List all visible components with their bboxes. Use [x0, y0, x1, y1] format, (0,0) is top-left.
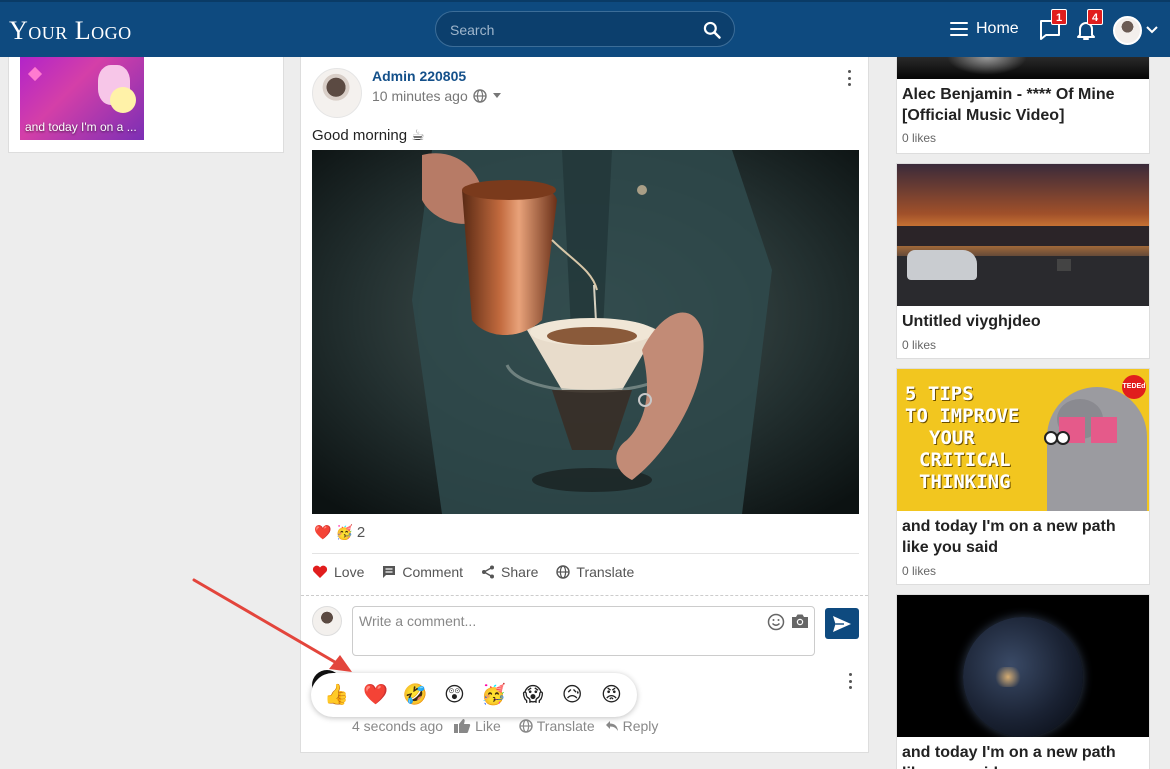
shocked-reaction-option[interactable]: 😱 — [518, 683, 548, 707]
caret-down-icon[interactable] — [492, 93, 502, 99]
thumb-text-line: THINKING — [919, 471, 1011, 493]
love-label: Love — [334, 564, 365, 580]
heart-reaction-icon: ❤️ — [314, 524, 332, 540]
comment-icon — [383, 566, 396, 578]
video-thumbnail[interactable] — [897, 57, 1149, 79]
share-icon — [482, 565, 495, 579]
post-options-icon[interactable] — [846, 70, 852, 86]
emoji-icon[interactable] — [767, 613, 785, 631]
post-time: 10 minutes ago — [372, 88, 468, 104]
site-logo[interactable]: Your Logo — [9, 16, 132, 46]
comment-like-label: Like — [475, 718, 501, 734]
thumb-text-line: TO IMPROVE — [905, 405, 1020, 427]
video-thumbnail[interactable]: 5 TIPS TO IMPROVE YOUR CRITICAL THINKING… — [897, 369, 1149, 511]
author-avatar[interactable] — [312, 68, 362, 118]
left-video-caption: and today I'm on a ... — [25, 120, 137, 134]
haha-reaction-option[interactable]: 🤣 — [400, 683, 430, 707]
search-icon[interactable] — [702, 20, 722, 40]
comment-box — [352, 606, 815, 656]
send-icon — [833, 615, 851, 632]
video-card[interactable]: 5 TIPS TO IMPROVE YOUR CRITICAL THINKING… — [896, 368, 1150, 585]
comment-translate-button[interactable]: Translate — [519, 718, 595, 734]
translate-label: Translate — [576, 564, 635, 580]
home-link[interactable]: Home — [950, 20, 1019, 38]
globe-icon — [519, 719, 533, 733]
video-likes: 0 likes — [902, 564, 937, 578]
celebrate-reaction-option[interactable]: 🥳 — [479, 683, 509, 707]
send-comment-button[interactable] — [825, 608, 859, 639]
camera-icon[interactable] — [791, 613, 809, 629]
left-video-thumbnail[interactable]: and today I'm on a ... — [20, 57, 144, 140]
commenter-avatar — [312, 606, 342, 636]
thumb-text-line: YOUR — [929, 427, 975, 449]
messages-button[interactable]: 1 — [1038, 9, 1067, 42]
video-likes: 0 likes — [902, 131, 937, 145]
comment-reply-label: Reply — [622, 718, 659, 734]
reaction-summary[interactable]: ❤️ 🥳 2 — [314, 524, 365, 541]
comment-like-button[interactable]: Like — [453, 718, 501, 734]
thumb-text-line: CRITICAL — [919, 449, 1011, 471]
post-actions: Love Comment Share Translate — [312, 564, 634, 580]
left-video-card: and today I'm on a ... — [8, 57, 284, 153]
video-thumbnail[interactable] — [897, 595, 1149, 737]
share-button[interactable]: Share — [481, 564, 538, 580]
chevron-down-icon[interactable] — [1146, 26, 1158, 34]
globe-icon[interactable] — [473, 89, 487, 103]
notifications-button[interactable]: 4 — [1074, 9, 1103, 42]
comment-input[interactable] — [359, 613, 759, 651]
menu-icon — [950, 22, 968, 36]
home-label: Home — [976, 20, 1019, 37]
comment-button[interactable]: Comment — [382, 564, 463, 580]
video-thumbnail[interactable] — [897, 164, 1149, 306]
post-text: Good morning ☕ — [312, 126, 425, 145]
user-avatar[interactable] — [1113, 16, 1142, 45]
comment-options-icon[interactable] — [847, 673, 853, 689]
ted-ed-badge: TEDEd — [1122, 375, 1146, 399]
divider — [312, 553, 859, 554]
comment-actions: 4 seconds ago Like Translate Reply — [352, 718, 658, 734]
post-meta: 10 minutes ago — [372, 88, 502, 104]
video-title[interactable]: and today I'm on a new path like you sai… — [902, 742, 1142, 769]
post-card: Admin 220805 10 minutes ago Good morning… — [300, 57, 869, 753]
heart-icon — [312, 565, 328, 578]
top-navbar: Your Logo Home 1 4 — [0, 0, 1170, 57]
thumbs-up-icon — [454, 719, 471, 733]
video-title[interactable]: Untitled viyghjdeo — [902, 311, 1041, 332]
search-input[interactable] — [450, 20, 690, 40]
author-name[interactable]: Admin 220805 — [372, 68, 466, 84]
translate-button[interactable]: Translate — [556, 564, 634, 580]
coffee-icon: ☕ — [411, 127, 425, 144]
divider — [301, 595, 868, 596]
comment-label: Comment — [402, 564, 464, 580]
coffee-pour-illustration — [312, 150, 859, 514]
messages-badge: 1 — [1051, 9, 1067, 25]
search-bar — [435, 11, 735, 47]
comment-reply-button[interactable]: Reply — [605, 718, 659, 734]
reaction-picker: 👍 ❤️ 🤣 😲 🥳 😱 😥 😡 — [311, 673, 637, 717]
video-card[interactable]: and today I'm on a new path like you sai… — [896, 594, 1150, 769]
video-title[interactable]: and today I'm on a new path like you sai… — [902, 516, 1142, 558]
sad-reaction-option[interactable]: 😥 — [557, 683, 587, 707]
video-card[interactable]: Untitled viyghjdeo 0 likes — [896, 163, 1150, 359]
love-button[interactable]: Love — [312, 564, 364, 580]
love-reaction-option[interactable]: ❤️ — [361, 683, 391, 707]
globe-icon — [556, 565, 571, 579]
reaction-count: 2 — [356, 524, 366, 541]
video-card[interactable]: Alec Benjamin - **** Of Mine [Official M… — [896, 57, 1150, 154]
comment-time: 4 seconds ago — [352, 718, 444, 734]
earth-at-night — [963, 617, 1083, 737]
post-image[interactable] — [312, 150, 859, 514]
like-reaction-option[interactable]: 👍 — [322, 683, 352, 707]
party-reaction-icon: 🥳 — [335, 524, 353, 540]
angry-reaction-option[interactable]: 😡 — [596, 683, 626, 707]
wow-reaction-option[interactable]: 😲 — [439, 683, 469, 707]
reply-icon — [605, 721, 618, 731]
thumb-text-line: 5 TIPS — [905, 383, 974, 405]
comment-translate-label: Translate — [536, 718, 595, 734]
video-title[interactable]: Alec Benjamin - **** Of Mine [Official M… — [902, 84, 1149, 126]
post-text-content: Good morning — [312, 126, 408, 144]
share-label: Share — [501, 564, 539, 580]
video-likes: 0 likes — [902, 338, 937, 352]
notifications-badge: 4 — [1087, 9, 1103, 25]
